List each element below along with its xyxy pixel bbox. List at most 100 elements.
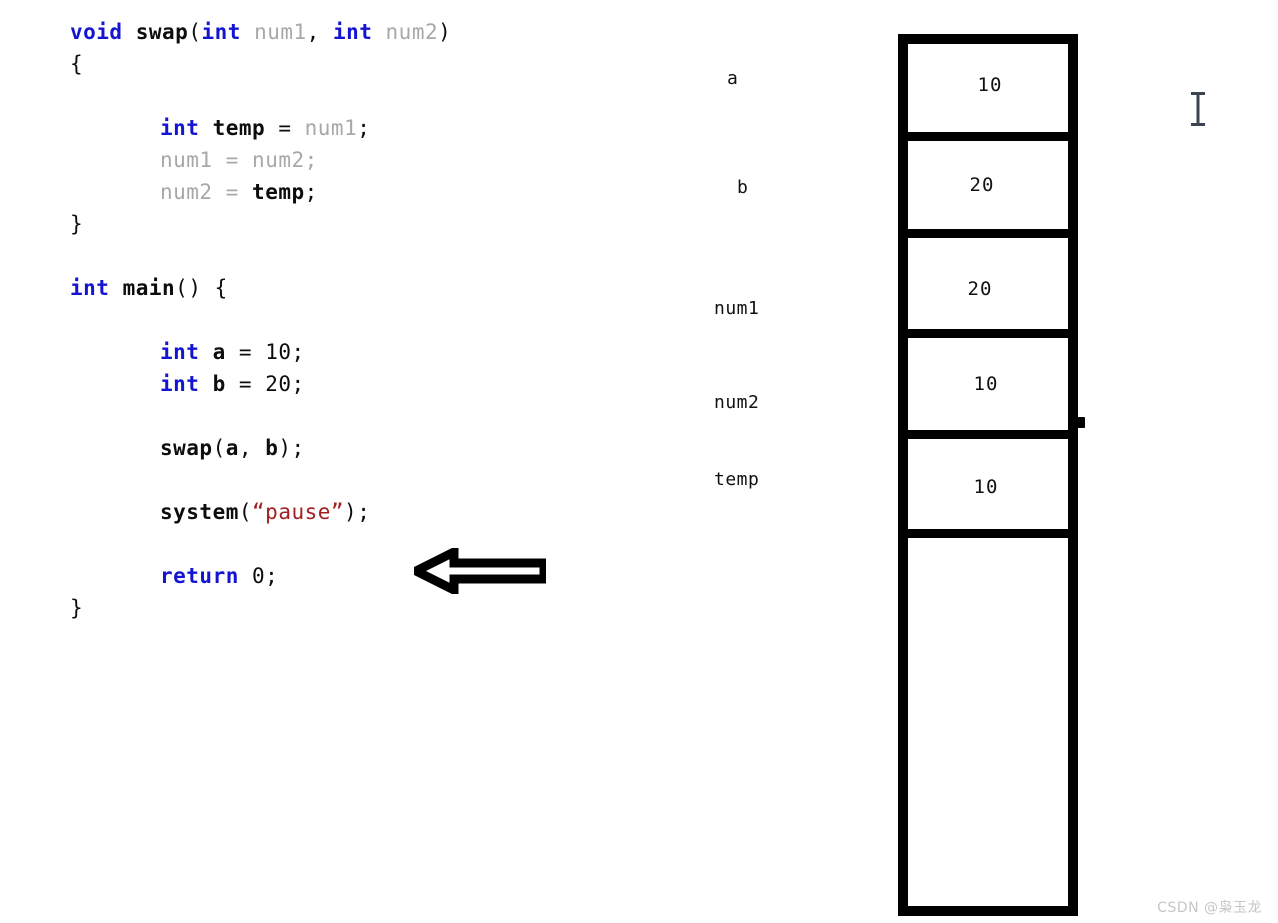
memory-cell-value: 20 bbox=[969, 174, 995, 196]
code-token: , bbox=[306, 20, 333, 44]
code-line-stmt-num2-assign: num2 = temp; bbox=[70, 176, 630, 208]
code-token: a bbox=[212, 340, 226, 364]
code-token: ) bbox=[438, 20, 452, 44]
code-token: swap bbox=[135, 20, 189, 44]
left-arrow-icon bbox=[405, 544, 549, 598]
code-line-stmt-int-a: int a = 10; bbox=[70, 336, 630, 368]
memory-cell-value: 10 bbox=[973, 476, 999, 498]
memory-cell-a: 10 bbox=[908, 44, 1068, 141]
code-token: 10 bbox=[265, 340, 292, 364]
code-token: ; bbox=[304, 148, 318, 172]
code-token: ; bbox=[291, 372, 305, 396]
code-token: ); bbox=[344, 500, 371, 524]
code-line-swap-open-brace: { bbox=[70, 48, 630, 80]
code-token: a bbox=[225, 436, 239, 460]
memory-row-marker-dot bbox=[1075, 417, 1085, 428]
code-token: temp bbox=[212, 116, 266, 140]
code-token: = bbox=[238, 372, 253, 396]
code-listing: void swap(int num1, int num2){ int temp … bbox=[70, 16, 630, 624]
code-token: system bbox=[160, 500, 239, 524]
memory-cell-value: 10 bbox=[977, 74, 1003, 96]
code-token: ( bbox=[188, 20, 202, 44]
text-cursor-icon bbox=[1188, 90, 1208, 128]
memory-cell-b: 20 bbox=[908, 141, 1068, 238]
code-line-fn-swap-signature: void swap(int num1, int num2) bbox=[70, 16, 630, 48]
code-token: int bbox=[160, 340, 200, 364]
code-token: ; bbox=[304, 180, 318, 204]
code-line-stmt-system-pause: system(“pause”); bbox=[70, 496, 630, 528]
code-token: main bbox=[122, 276, 176, 300]
code-line-stmt-swap-call: swap(a, b); bbox=[70, 432, 630, 464]
code-token: } bbox=[70, 596, 84, 620]
code-token: “ bbox=[252, 500, 266, 524]
code-token: num2 bbox=[385, 20, 439, 44]
code-token: b bbox=[212, 372, 226, 396]
code-token: ( bbox=[212, 436, 226, 460]
memory-diagram: 10 20 20 10 10 bbox=[898, 34, 1078, 916]
code-token: int bbox=[160, 116, 200, 140]
code-token: { bbox=[70, 52, 84, 76]
memory-cell-value: 10 bbox=[973, 373, 999, 395]
code-token: , bbox=[238, 436, 266, 460]
code-token: = bbox=[238, 340, 253, 364]
code-token: swap bbox=[160, 436, 213, 460]
code-token: int bbox=[70, 276, 110, 300]
code-token: num2 bbox=[160, 180, 213, 204]
memory-cell-num1: 20 bbox=[908, 238, 1068, 338]
code-token: int bbox=[201, 20, 241, 44]
code-token: b bbox=[265, 436, 279, 460]
code-line-stmt-return: return 0; bbox=[70, 560, 630, 592]
code-token: = bbox=[278, 116, 292, 140]
code-line-blank-4 bbox=[70, 400, 630, 432]
memory-cell-value: 20 bbox=[967, 277, 993, 300]
code-line-stmt-int-b: int b = 20; bbox=[70, 368, 630, 400]
code-token: ” bbox=[330, 500, 345, 524]
code-line-blank-6 bbox=[70, 528, 630, 560]
code-token: ); bbox=[278, 436, 305, 460]
memory-cell-temp: 10 bbox=[908, 439, 1068, 538]
code-token: void bbox=[70, 20, 123, 44]
code-token: return bbox=[160, 564, 239, 588]
code-token: int bbox=[160, 372, 200, 396]
code-line-blank-3 bbox=[70, 304, 630, 336]
code-line-blank-5 bbox=[70, 464, 630, 496]
code-token: pause bbox=[265, 500, 331, 524]
code-line-stmt-int-temp: int temp = num1; bbox=[70, 112, 630, 144]
memory-cell-num2: 10 bbox=[908, 338, 1068, 439]
code-token: temp bbox=[252, 180, 305, 204]
code-token: = bbox=[225, 148, 239, 172]
variable-label-num2: num2 bbox=[714, 392, 760, 413]
code-token: 0 bbox=[252, 564, 266, 588]
code-line-main-close-brace: } bbox=[70, 592, 630, 624]
variable-label-temp: temp bbox=[714, 469, 760, 490]
code-token: ; bbox=[291, 340, 305, 364]
variable-label-a: a bbox=[727, 68, 739, 89]
code-token: ( bbox=[238, 500, 253, 524]
code-token: int bbox=[332, 20, 373, 44]
code-token: num1 bbox=[254, 20, 307, 44]
code-line-fn-main-signature: int main() { bbox=[70, 272, 630, 304]
code-token: num1 bbox=[160, 148, 213, 172]
code-line-blank-2 bbox=[70, 240, 630, 272]
code-line-blank-1 bbox=[70, 80, 630, 112]
code-token: () { bbox=[175, 276, 228, 300]
watermark: CSDN @枭玉龙 bbox=[1157, 900, 1262, 916]
code-line-stmt-num1-assign: num1 = num2; bbox=[70, 144, 630, 176]
code-token: ; bbox=[357, 116, 371, 140]
code-token: num1 bbox=[304, 116, 358, 140]
